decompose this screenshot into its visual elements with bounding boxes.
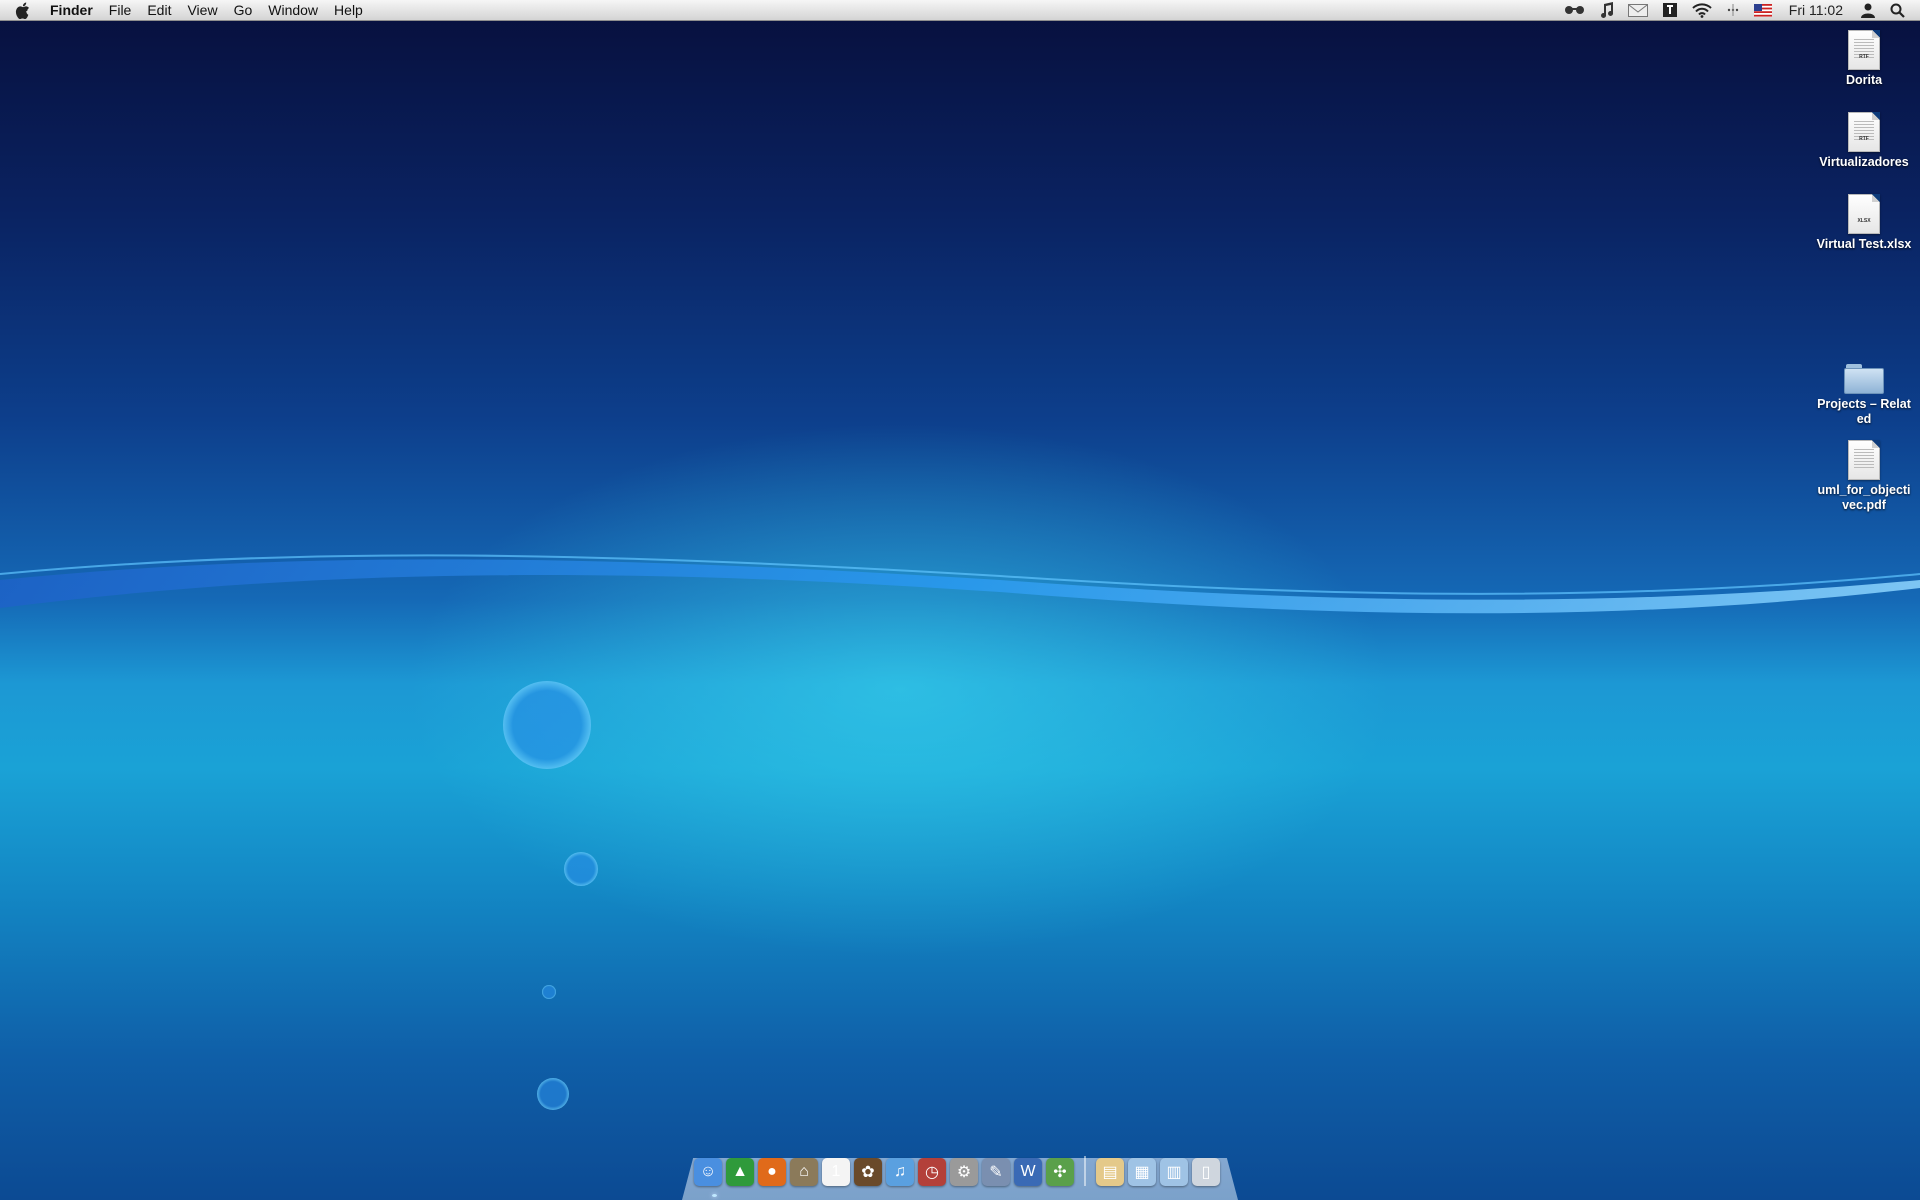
rtf-document-icon: RTF [1848,30,1880,70]
desktop-icon-label: Virtual Test.xlsx [1816,237,1912,251]
desktop-icon-projects-related[interactable]: Projects – Related [1816,362,1912,427]
system-preferences-icon[interactable]: ⚙ [950,1158,978,1186]
running-indicator [712,1194,717,1197]
wifi-icon[interactable] [1685,0,1719,20]
mail-icon[interactable] [1621,0,1655,20]
apple-icon[interactable] [0,0,44,20]
calendar-icon[interactable]: 1 [822,1158,850,1186]
trash-icon[interactable]: ▯ [1192,1158,1220,1186]
desktop-icon-label: Projects – Related [1817,397,1911,426]
bluetooth-icon[interactable] [1719,0,1747,20]
finder-icon[interactable]: ☺ [694,1158,722,1186]
folder-icon [1844,362,1884,394]
xcode-icon[interactable]: ✎ [982,1158,1010,1186]
desktop-icon-label: uml_for_objectivec.pdf [1817,483,1911,512]
bubble-medium [564,852,598,886]
dock-separator [1084,1156,1086,1186]
desktop-icon-dorita[interactable]: RTF Dorita [1816,30,1912,88]
menu-clock[interactable]: Fri 11:02 [1779,0,1853,20]
adium-icon[interactable]: ▲ [726,1158,754,1186]
user-icon[interactable] [1853,0,1883,20]
library-icon[interactable]: ⌂ [790,1158,818,1186]
desktop-icon-label: Dorita [1845,73,1883,87]
script-icon[interactable] [1655,0,1685,20]
desktop-icon-virtual-test[interactable]: XLSX Virtual Test.xlsx [1816,194,1912,252]
search-icon[interactable] [1883,0,1912,20]
menu-window[interactable]: Window [260,0,326,21]
pdf-document-icon [1848,440,1880,480]
menu-bar: Finder File Edit View Go Window Help Fri… [0,0,1920,21]
menu-help[interactable]: Help [326,0,371,21]
word-icon[interactable]: W [1014,1158,1042,1186]
rtf-document-icon: RTF [1848,112,1880,152]
desktop-icon-virtualizadores[interactable]: RTF Virtualizadores [1816,112,1912,170]
dock: ☺ ▲ ● ⌂ 1 ✿ ♫ ◷ ⚙ ✎ W ✣ ▤ ▦ ▥ ▯ [694,1156,1220,1186]
desktop-icon-uml-pdf[interactable]: uml_for_objectivec.pdf [1816,440,1912,513]
wallpaper-wave [0,554,1920,614]
iphoto-icon[interactable]: ✿ [854,1158,882,1186]
downloads-folder-icon[interactable]: ▥ [1160,1158,1188,1186]
applications-folder-icon[interactable]: ▦ [1128,1158,1156,1186]
eyeglasses-icon[interactable] [1557,0,1593,20]
bubble-large [503,681,591,769]
menu-edit[interactable]: Edit [139,0,179,21]
menu-app-name[interactable]: Finder [44,0,101,21]
itunes-icon[interactable]: ♫ [886,1158,914,1186]
menu-go[interactable]: Go [226,0,261,21]
us-flag-input-icon[interactable] [1747,0,1779,20]
desktop-icon-label: Virtualizadores [1819,155,1909,169]
bubble-tiny [542,985,556,999]
bubble-small [537,1078,569,1110]
documents-stack-icon[interactable]: ▤ [1096,1158,1124,1186]
music-note-icon[interactable] [1593,0,1621,20]
firefox-icon[interactable]: ● [758,1158,786,1186]
network-icon[interactable]: ✣ [1046,1158,1074,1186]
menu-view[interactable]: View [179,0,225,21]
time-machine-icon[interactable]: ◷ [918,1158,946,1186]
menu-file[interactable]: File [101,0,140,21]
xlsx-document-icon: XLSX [1848,194,1880,234]
